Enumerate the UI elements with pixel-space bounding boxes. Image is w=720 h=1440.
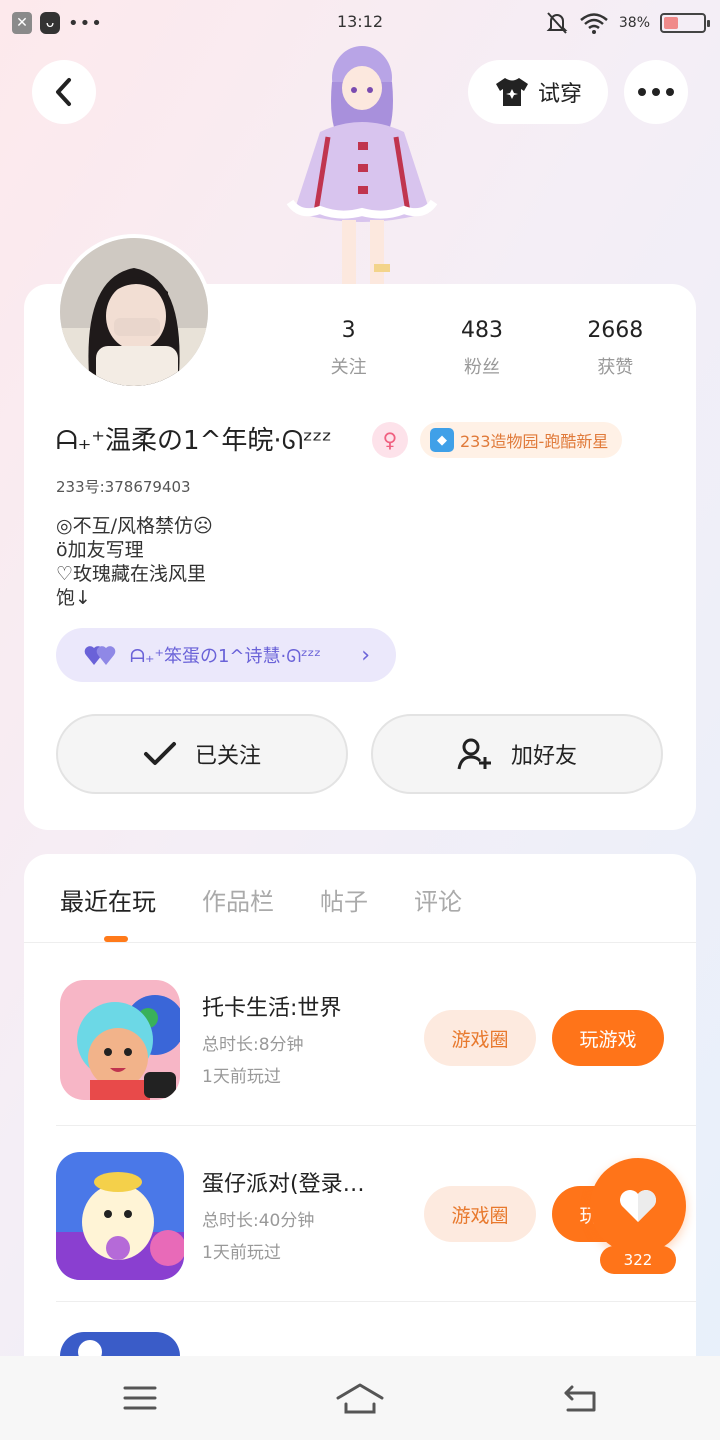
game-duration: 总时长:8分钟 [202,1035,304,1055]
followed-label: 已关注 [194,744,261,769]
game-name: 托卡生活:世界 [202,996,342,1021]
cp-partner-name: ᗩ₊⁺笨蛋の1^诗慧·ᘏᶻᶻᶻ [130,646,321,667]
status-bar: ✕ ᴗ ••• 13:12 38% [0,0,720,48]
likes-label: 获赞 [597,357,634,378]
add-friend-label: 加好友 [510,744,577,769]
game-icon-eggy-party[interactable] [56,1152,184,1280]
more-button[interactable] [624,60,688,124]
check-icon [143,742,176,765]
following-label: 关注 [330,357,367,378]
game-duration: 总时长:40分钟 [202,1211,315,1231]
like-button[interactable] [590,1158,686,1254]
back-icon [56,78,71,106]
game-circle-button[interactable]: 游戏圈 [424,1010,536,1066]
user-id: 233号:378679403 [56,478,191,496]
add-friend-button[interactable]: 加好友 [371,714,663,794]
system-nav-bar [0,1356,720,1440]
stat-following[interactable]: 3 关注 [282,318,415,379]
followers-count: 483 [460,318,503,343]
home-button[interactable] [336,1380,384,1416]
menu-icon [123,1386,157,1410]
game-last-played: 1天前玩过 [202,1243,281,1263]
title-badge-icon: ◆ [430,428,454,452]
stat-likes[interactable]: 2668 获赞 [549,318,682,379]
avatar-photo [60,238,208,386]
divider [24,942,696,943]
gender-female-icon: ♀ [372,422,408,458]
profile-stats: 3 关注 483 粉丝 2668 获赞 [282,318,682,379]
battery-level [664,17,679,29]
game-circle-button[interactable]: 游戏圈 [424,1186,536,1242]
profile-avatar[interactable] [56,234,212,390]
title-badge-label: 233造物园-跑酷新星 [460,432,609,451]
like-count: 322 [600,1246,676,1274]
tshirt-icon [495,78,528,106]
tab-recent-playing[interactable]: 最近在玩 [60,882,156,917]
tab-comments[interactable]: 评论 [414,882,462,917]
following-count: 3 [341,318,356,343]
followers-label: 粉丝 [463,357,500,378]
bio-line: ♡玫瑰藏在浅风里 [56,563,207,585]
mute-icon [546,12,568,34]
game-name: 蛋仔派对(登录… [202,1172,365,1197]
recent-apps-button[interactable] [120,1380,160,1416]
stat-followers[interactable]: 483 粉丝 [415,318,548,379]
tab-works[interactable]: 作品栏 [202,882,274,917]
bio-line: 饱↓ [56,587,91,609]
add-user-icon [457,738,491,770]
cp-partner-chip[interactable]: ᗩ₊⁺笨蛋の1^诗慧·ᘏᶻᶻᶻ › [56,628,396,682]
tab-posts[interactable]: 帖子 [320,882,368,917]
try-on-label: 试穿 [537,82,582,107]
more-icon [638,88,674,96]
profile-tabs: 最近在玩 作品栏 帖子 评论 [60,882,462,917]
bio-line: ö加友写理 [56,539,144,561]
chevron-right-icon: › [361,642,370,668]
bio: ◎不互/风格禁仿☹ ö加友写理 ♡玫瑰藏在浅风里 饱↓ [56,514,213,610]
game-icon-toca[interactable] [60,980,180,1100]
bio-line: ◎不互/风格禁仿☹ [56,515,213,537]
avatar-character[interactable] [280,42,440,286]
game-row[interactable]: 托卡生活:世界 总时长:8分钟 1天前玩过 游戏圈 玩游戏 [24,950,696,1126]
double-heart-icon [84,646,116,665]
back-button[interactable] [32,60,96,124]
try-on-button[interactable]: 试穿 [468,60,608,124]
recent-games-card: 最近在玩 作品栏 帖子 评论 托卡生活:世界 总时长:8分钟 1天前玩过 游戏圈… [24,854,696,1374]
game-last-played: 1天前玩过 [202,1067,281,1087]
username: ᗩ₊⁺温柔の1^年皖·ᘏᶻᶻᶻ [56,426,332,456]
play-game-button[interactable]: 玩游戏 [552,1010,664,1066]
heart-icon [620,1190,656,1222]
likes-count: 2668 [587,318,644,343]
followed-button[interactable]: 已关注 [56,714,348,794]
battery-percent: 38% [618,15,650,31]
battery-icon [660,13,710,33]
return-icon [564,1385,596,1412]
wifi-icon [580,13,608,34]
back-nav-button[interactable] [560,1380,600,1416]
home-icon [336,1383,384,1414]
title-badge[interactable]: ◆ 233造物园-跑酷新星 [420,422,623,458]
